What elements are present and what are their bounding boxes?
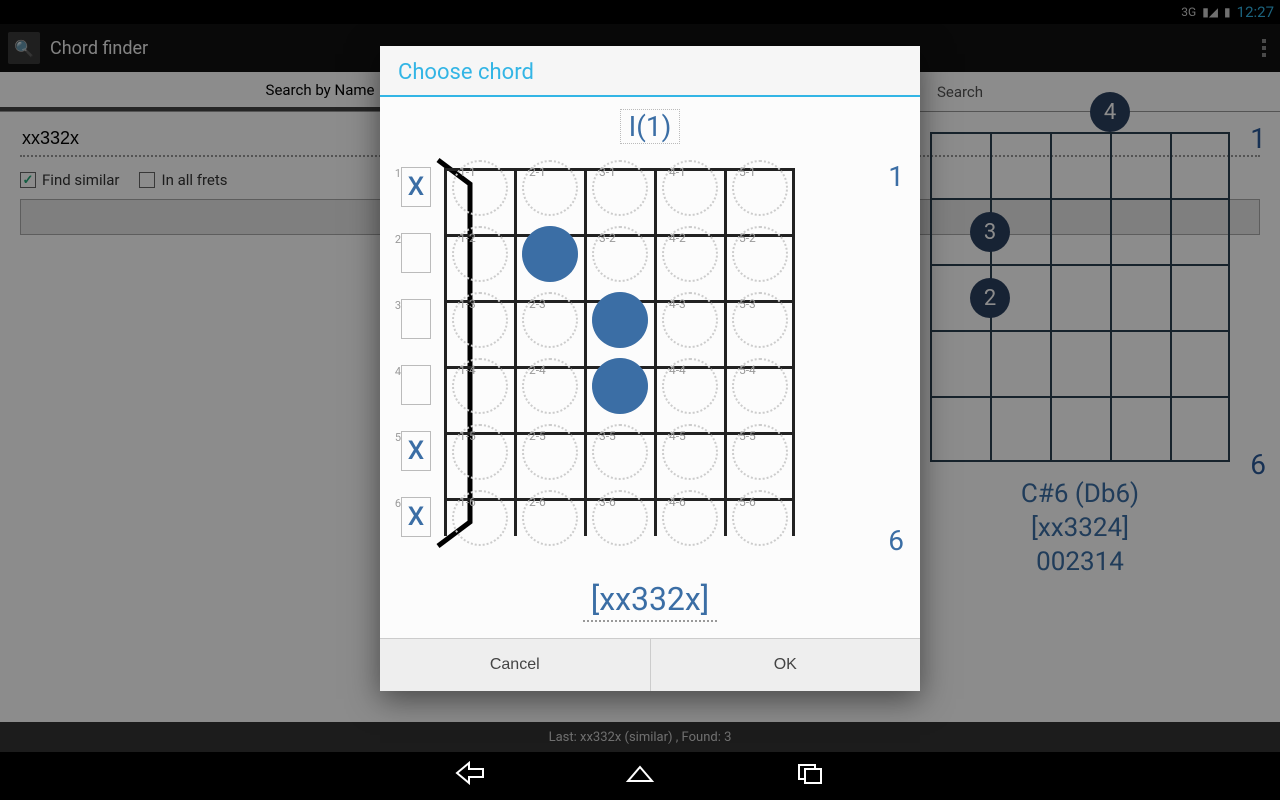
row-num: 2 [395, 233, 401, 246]
row-num: 1 [395, 167, 401, 180]
fret-cell[interactable]: 5-4 [732, 358, 788, 414]
cancel-button[interactable]: Cancel [380, 639, 651, 691]
fret-cell[interactable]: 4-2 [662, 226, 718, 282]
fret-cell[interactable]: 3-6 [592, 490, 648, 546]
fret-cell[interactable]: 2-3 [522, 292, 578, 348]
string-mute-2[interactable] [401, 233, 431, 273]
fret-cell[interactable]: 4-4 [662, 358, 718, 414]
pattern-display: [xx332x] [583, 578, 718, 622]
fret-cell[interactable]: 5-2 [732, 226, 788, 282]
finger-dot[interactable] [522, 226, 578, 282]
fret-cell[interactable]: 1-1 [452, 160, 508, 216]
fret-cell[interactable]: 1-6 [452, 490, 508, 546]
home-button-icon[interactable] [625, 761, 655, 791]
fret-number-top: 1 [888, 160, 904, 193]
dialog-title: Choose chord [380, 46, 920, 97]
fret-cell[interactable]: 3-2 [592, 226, 648, 282]
android-navbar [0, 752, 1280, 800]
fret-cell[interactable]: 1-4 [452, 358, 508, 414]
string-mute-4[interactable] [401, 365, 431, 405]
fret-cell[interactable]: 5-5 [732, 424, 788, 480]
fret-number-bottom: 6 [888, 524, 904, 557]
fret-cell[interactable]: 2-6 [522, 490, 578, 546]
fret-cell[interactable]: 2-5 [522, 424, 578, 480]
fret-cell[interactable]: 3-5 [592, 424, 648, 480]
choose-chord-dialog: Choose chord I(1) 1X 2 3 4 5X 6X [380, 46, 920, 691]
row-num: 5 [395, 431, 401, 444]
fret-indicator[interactable]: I(1) [620, 109, 681, 144]
fret-cell[interactable]: 5-6 [732, 490, 788, 546]
fret-cell[interactable]: 1-2 [452, 226, 508, 282]
fret-cell[interactable]: 1-5 [452, 424, 508, 480]
ok-button[interactable]: OK [651, 639, 921, 691]
finger-dot[interactable] [592, 292, 648, 348]
fret-cell[interactable]: 4-5 [662, 424, 718, 480]
fret-cell[interactable]: 4-1 [662, 160, 718, 216]
recent-apps-icon[interactable] [795, 761, 825, 791]
fret-cell[interactable]: 5-1 [732, 160, 788, 216]
row-num: 6 [395, 497, 401, 510]
string-mute-1[interactable]: X [401, 167, 431, 207]
fret-cell[interactable]: 5-3 [732, 292, 788, 348]
string-mute-3[interactable] [401, 299, 431, 339]
fret-cell[interactable]: 1-3 [452, 292, 508, 348]
fret-cell[interactable]: 4-3 [662, 292, 718, 348]
back-button-icon[interactable] [455, 761, 485, 791]
row-num: 4 [395, 365, 401, 378]
fret-cell[interactable]: 2-4 [522, 358, 578, 414]
string-mute-6[interactable]: X [401, 497, 431, 537]
fret-cell[interactable]: 3-1 [592, 160, 648, 216]
finger-dot[interactable] [592, 358, 648, 414]
fret-cell[interactable]: 4-6 [662, 490, 718, 546]
fret-cell[interactable]: 2-1 [522, 160, 578, 216]
row-num: 3 [395, 299, 401, 312]
string-mute-5[interactable]: X [401, 431, 431, 471]
